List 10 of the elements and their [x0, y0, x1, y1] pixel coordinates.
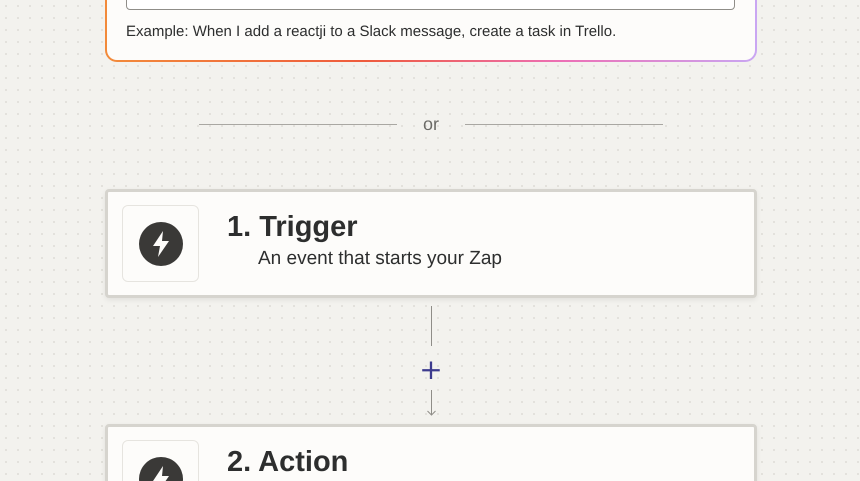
example-text: Example: When I add a reactji to a Slack message, create a task in Trello. — [126, 23, 618, 41]
or-label: or — [422, 114, 439, 134]
lightning-bolt-icon — [138, 222, 182, 266]
add-step-button[interactable]: + — [415, 356, 447, 384]
step-subtitle: An event that starts your Zap — [258, 248, 502, 270]
step-card[interactable]: 1. Trigger An event that starts your Zap — [105, 189, 757, 298]
down-arrow-icon — [426, 390, 436, 416]
step-title: 2. Action — [227, 445, 348, 479]
step-card[interactable]: 2. Action — [105, 424, 757, 481]
step-title: 1. Trigger — [227, 210, 359, 244]
